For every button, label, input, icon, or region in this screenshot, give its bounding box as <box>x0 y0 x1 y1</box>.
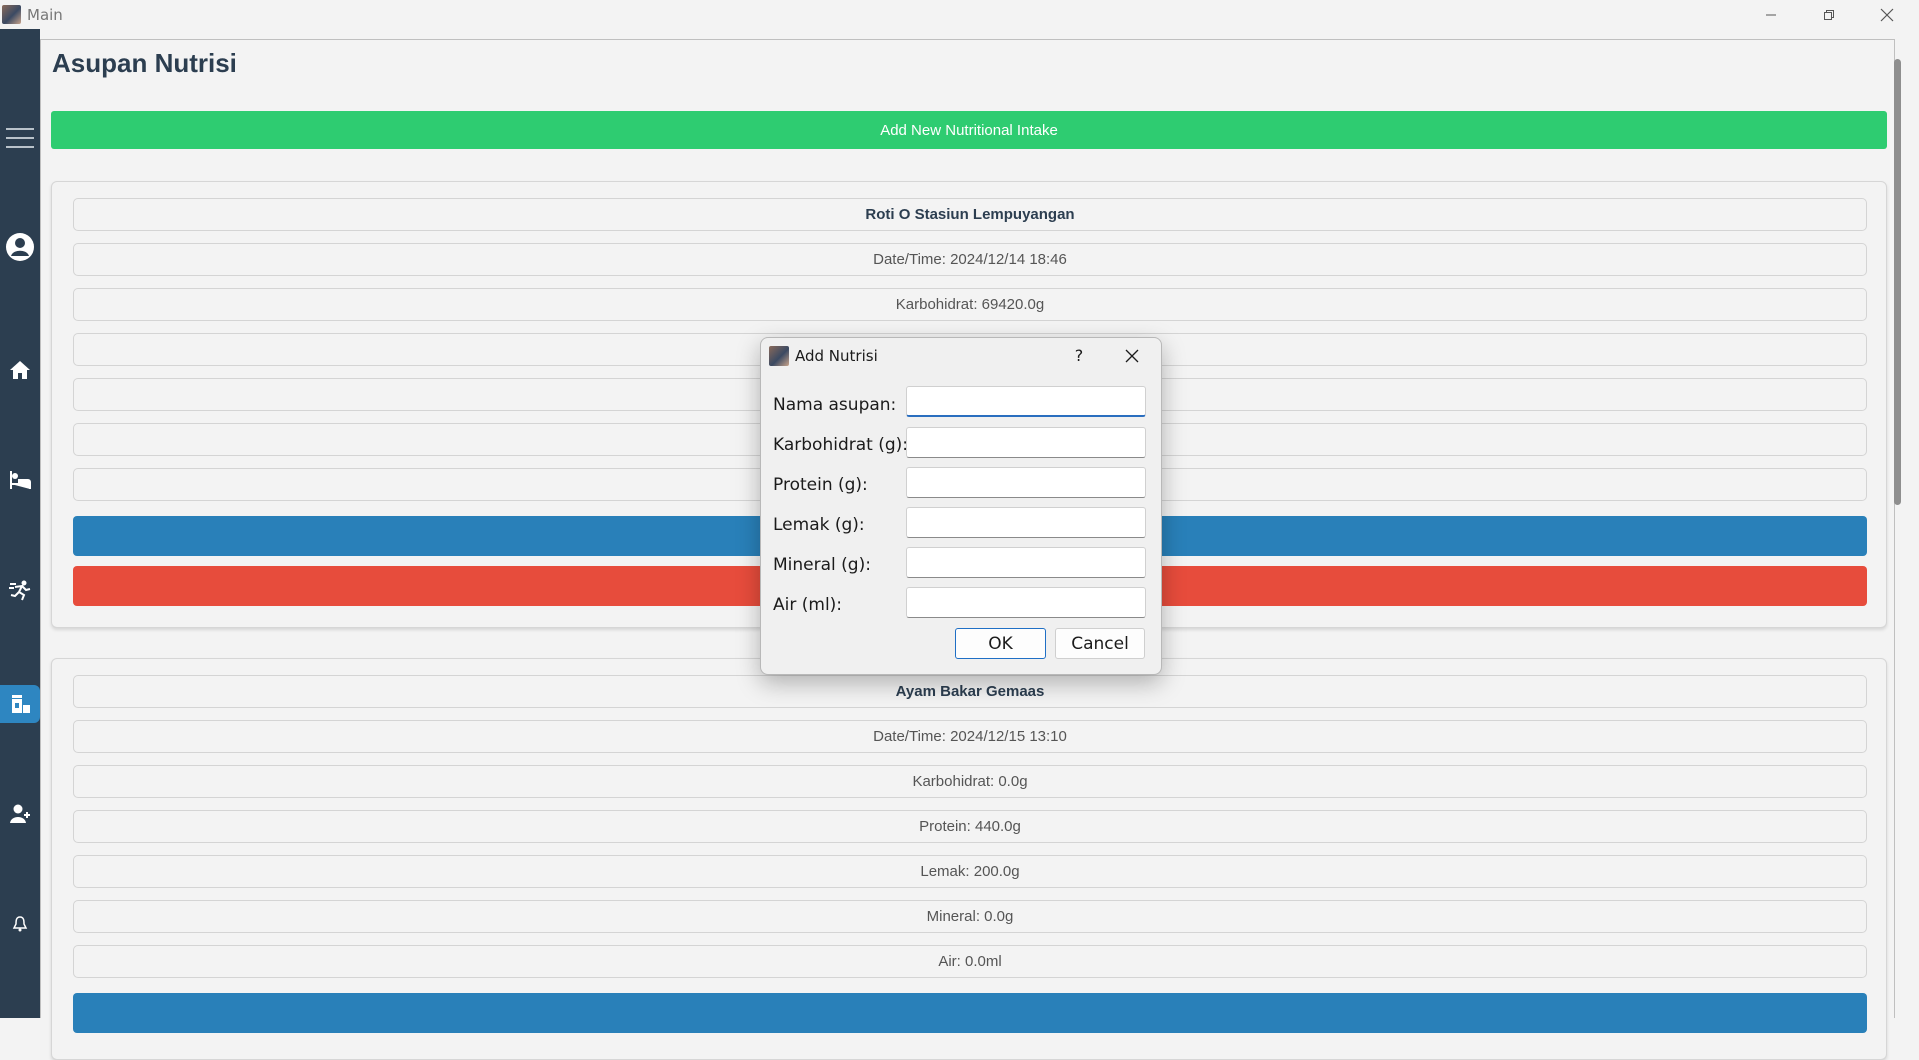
intake-protein: Protein: 440.0g <box>73 810 1867 843</box>
intake-karbohidrat: Karbohidrat: 69420.0g <box>73 288 1867 321</box>
menu-toggle-button[interactable] <box>0 119 40 157</box>
restore-button[interactable] <box>1800 0 1858 29</box>
intake-mineral: Mineral: 0.0g <box>73 900 1867 933</box>
lemak-input[interactable] <box>906 507 1146 538</box>
intake-karbohidrat: Karbohidrat: 0.0g <box>73 765 1867 798</box>
add-intake-button[interactable]: Add New Nutritional Intake <box>51 111 1887 149</box>
window-titlebar: Main <box>0 0 1919 29</box>
menu-icon <box>6 128 34 148</box>
air-input[interactable] <box>906 587 1146 618</box>
sleep-icon <box>10 471 31 489</box>
edit-intake-button[interactable] <box>73 993 1867 1033</box>
sidebar-item-exercise[interactable] <box>0 571 40 609</box>
doctor-icon <box>10 804 30 823</box>
mineral-label: Mineral (g): <box>773 555 871 575</box>
air-label: Air (ml): <box>773 595 843 615</box>
intake-name: Ayam Bakar Gemaas <box>73 675 1867 708</box>
protein-input[interactable] <box>906 467 1146 498</box>
window-title: Main <box>27 6 63 24</box>
intake-lemak: Lemak: 200.0g <box>73 855 1867 888</box>
sidebar-item-sleep[interactable] <box>0 461 40 499</box>
sidebar-item-nutrition[interactable] <box>0 685 40 723</box>
intake-air: Air: 0.0ml <box>73 945 1867 978</box>
close-icon <box>1125 349 1139 363</box>
dialog-title: Add Nutrisi <box>795 347 878 365</box>
close-icon <box>1880 8 1894 21</box>
scrollbar-thumb[interactable] <box>1894 59 1901 505</box>
exercise-icon <box>9 580 31 601</box>
dialog-close-button[interactable] <box>1119 344 1145 368</box>
ok-button[interactable]: OK <box>955 628 1046 659</box>
sidebar-item-profile[interactable] <box>0 228 40 266</box>
bell-icon <box>12 916 28 932</box>
home-icon <box>10 361 30 379</box>
page-title: Asupan Nutrisi <box>52 48 237 78</box>
intake-card: Ayam Bakar Gemaas Date/Time: 2024/12/15 … <box>51 658 1887 1060</box>
app-icon <box>2 5 21 24</box>
sidebar-item-notifications[interactable] <box>0 905 40 943</box>
dialog-app-icon <box>769 346 789 366</box>
help-button[interactable]: ? <box>1067 344 1091 368</box>
lemak-label: Lemak (g): <box>773 515 865 535</box>
karbohidrat-input[interactable] <box>906 427 1146 458</box>
nama-label: Nama asupan: <box>773 395 897 415</box>
dialog-titlebar: Add Nutrisi ? <box>761 338 1161 372</box>
sidebar <box>0 29 40 1018</box>
close-window-button[interactable] <box>1858 0 1916 29</box>
intake-datetime: Date/Time: 2024/12/15 13:10 <box>73 720 1867 753</box>
sidebar-item-doctor[interactable] <box>0 795 40 833</box>
intake-datetime: Date/Time: 2024/12/14 18:46 <box>73 243 1867 276</box>
mineral-input[interactable] <box>906 547 1146 578</box>
karbohidrat-label: Karbohidrat (g): <box>773 435 908 455</box>
user-icon <box>6 233 34 261</box>
sidebar-item-home[interactable] <box>0 351 40 389</box>
nutrition-icon <box>12 695 30 713</box>
protein-label: Protein (g): <box>773 475 868 495</box>
nama-asupan-input[interactable] <box>906 386 1146 417</box>
intake-name: Roti O Stasiun Lempuyangan <box>73 198 1867 231</box>
cancel-button[interactable]: Cancel <box>1055 628 1145 659</box>
minimize-button[interactable] <box>1742 0 1800 29</box>
restore-icon <box>1824 9 1834 20</box>
add-nutrisi-dialog: Add Nutrisi ? Nama asupan: Karbohidrat (… <box>760 337 1162 675</box>
minimize-icon <box>1766 14 1776 15</box>
